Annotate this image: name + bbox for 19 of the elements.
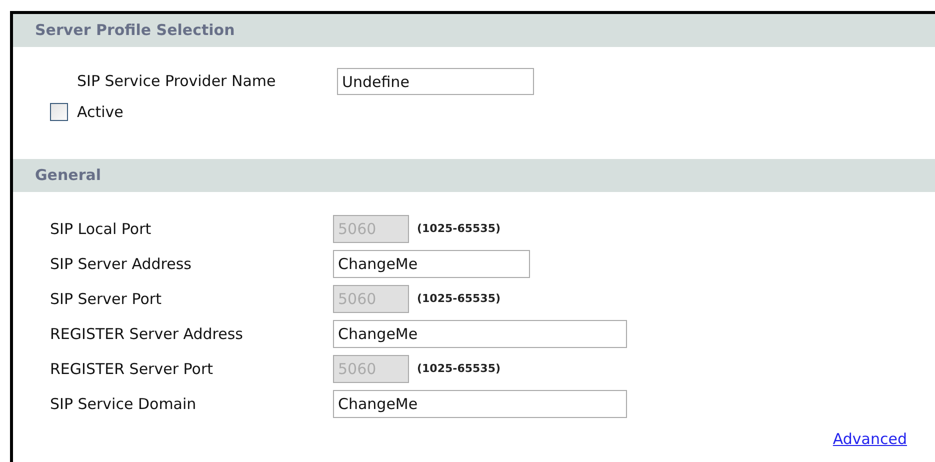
range-hint: (1025-65535) bbox=[417, 360, 501, 377]
field-label: SIP Server Address bbox=[50, 254, 192, 275]
input-field[interactable]: ChangeMe bbox=[333, 250, 530, 278]
input-field[interactable]: ChangeMe bbox=[333, 390, 627, 418]
field-label: SIP Service Provider Name bbox=[77, 71, 277, 92]
field-label: SIP Service Domain bbox=[50, 394, 198, 415]
section-title: General bbox=[35, 165, 101, 186]
field-label: SIP Server Port bbox=[50, 288, 162, 310]
range-hint: (1025-65535) bbox=[417, 220, 501, 237]
field-label: REGISTER Server Port bbox=[50, 358, 214, 380]
range-hint: (1025-65535) bbox=[417, 290, 501, 307]
field-label: SIP Local Port bbox=[50, 218, 152, 240]
input-field[interactable]: Undefine bbox=[337, 68, 534, 95]
checkbox-label: Active bbox=[77, 102, 124, 123]
advanced-link[interactable]: Advanced bbox=[832, 428, 907, 450]
checkbox[interactable] bbox=[50, 103, 68, 121]
field-label: REGISTER Server Address bbox=[50, 324, 244, 345]
section-title: Server Profile Selection bbox=[35, 20, 235, 42]
input-field[interactable]: ChangeMe bbox=[333, 320, 627, 348]
